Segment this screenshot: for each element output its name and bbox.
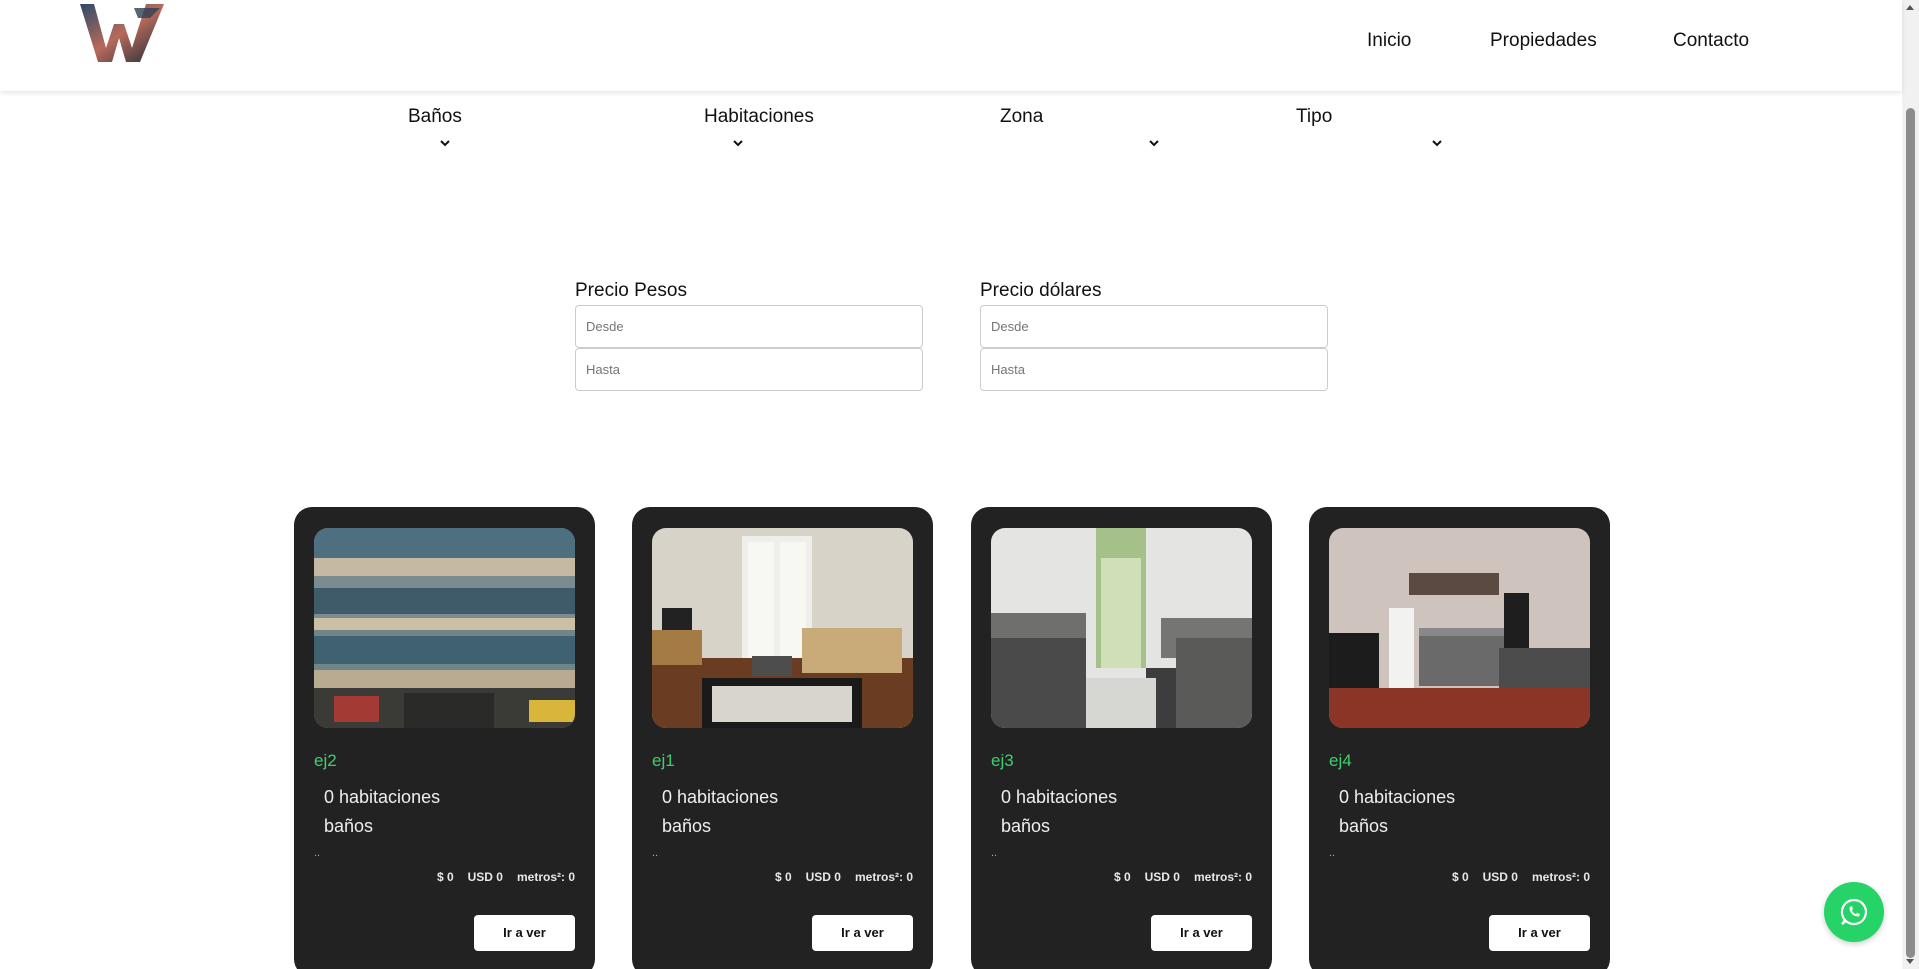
price-dollars-from-input[interactable] bbox=[980, 305, 1328, 348]
chevron-down-icon[interactable] bbox=[1430, 138, 1444, 148]
card-description: .. bbox=[1329, 847, 1336, 859]
price-pesos: $ 0 bbox=[436, 870, 454, 884]
chevron-down-icon[interactable] bbox=[438, 138, 452, 148]
price-pesos-from-input[interactable] bbox=[575, 305, 923, 348]
view-property-button[interactable]: Ir a ver bbox=[1489, 915, 1590, 951]
card-baths: baños bbox=[662, 816, 712, 836]
filter-zona[interactable]: Zona bbox=[1000, 106, 1159, 147]
chevron-down-icon[interactable] bbox=[731, 138, 745, 148]
nav-contacto[interactable]: Contacto bbox=[1673, 30, 1749, 52]
view-property-button[interactable]: Ir a ver bbox=[1151, 915, 1252, 951]
card-baths: baños bbox=[1001, 816, 1051, 836]
card-title[interactable]: ej1 bbox=[652, 751, 675, 771]
card-stats: $ 0 USD 0 metros²: 0 bbox=[1452, 870, 1590, 884]
logo-icon[interactable] bbox=[80, 4, 164, 64]
card-title[interactable]: ej4 bbox=[1329, 751, 1352, 771]
square-meters: metros²: 0 bbox=[1193, 870, 1252, 884]
price-pesos: $ 0 bbox=[1113, 870, 1131, 884]
site-header: Inicio Propiedades Contacto bbox=[0, 0, 1902, 91]
scroll-up-icon[interactable] bbox=[1906, 5, 1914, 10]
nav-propiedades[interactable]: Propiedades bbox=[1490, 30, 1597, 52]
price-dollars-to-input[interactable] bbox=[980, 348, 1328, 391]
kitchen-photo bbox=[1329, 528, 1590, 728]
view-property-button[interactable]: Ir a ver bbox=[812, 915, 913, 951]
property-card: ej3 0 habitaciones baños .. $ 0 USD 0 me… bbox=[971, 507, 1272, 969]
card-title[interactable]: ej2 bbox=[314, 751, 337, 771]
building-facade-photo bbox=[314, 528, 575, 728]
price-dollars-label: Precio dólares bbox=[980, 280, 1102, 301]
card-rooms: 0 habitaciones bbox=[1339, 787, 1456, 807]
square-meters: metros²: 0 bbox=[516, 870, 575, 884]
page-scrollbar[interactable] bbox=[1902, 0, 1919, 969]
card-stats: $ 0 USD 0 metros²: 0 bbox=[775, 870, 913, 884]
price-pesos-label: Precio Pesos bbox=[575, 280, 687, 301]
filter-tipo[interactable]: Tipo bbox=[1296, 106, 1442, 147]
card-baths: baños bbox=[324, 816, 374, 836]
price-usd: USD 0 bbox=[805, 870, 841, 884]
square-meters: metros²: 0 bbox=[1531, 870, 1590, 884]
living-room-photo bbox=[652, 528, 913, 728]
kitchen-photo bbox=[991, 528, 1252, 728]
price-pesos: $ 0 bbox=[1451, 870, 1469, 884]
scroll-down-icon[interactable] bbox=[1906, 959, 1914, 964]
filter-tipo-label: Tipo bbox=[1296, 106, 1333, 127]
property-card: ej4 0 habitaciones baños .. $ 0 USD 0 me… bbox=[1309, 507, 1610, 969]
card-title[interactable]: ej3 bbox=[991, 751, 1014, 771]
card-rooms: 0 habitaciones bbox=[324, 787, 441, 807]
card-description: .. bbox=[652, 847, 659, 859]
filter-banos-label: Baños bbox=[408, 106, 462, 127]
card-description: .. bbox=[314, 847, 321, 859]
card-rooms: 0 habitaciones bbox=[1001, 787, 1118, 807]
square-meters: metros²: 0 bbox=[854, 870, 913, 884]
card-description: .. bbox=[991, 847, 998, 859]
price-pesos: $ 0 bbox=[774, 870, 792, 884]
filter-habitaciones[interactable]: Habitaciones bbox=[704, 106, 814, 147]
view-property-button[interactable]: Ir a ver bbox=[474, 915, 575, 951]
filter-habitaciones-label: Habitaciones bbox=[704, 106, 814, 127]
whatsapp-icon bbox=[1840, 898, 1868, 926]
card-stats: $ 0 USD 0 metros²: 0 bbox=[1114, 870, 1252, 884]
price-usd: USD 0 bbox=[1482, 870, 1518, 884]
price-usd: USD 0 bbox=[467, 870, 503, 884]
card-stats: $ 0 USD 0 metros²: 0 bbox=[437, 870, 575, 884]
price-pesos-to-input[interactable] bbox=[575, 348, 923, 391]
filter-zona-label: Zona bbox=[1000, 106, 1044, 127]
price-usd: USD 0 bbox=[1144, 870, 1180, 884]
property-card: ej2 0 habitaciones baños .. $ 0 USD 0 me… bbox=[294, 507, 595, 969]
card-rooms: 0 habitaciones bbox=[662, 787, 779, 807]
property-card: ej1 0 habitaciones baños .. $ 0 USD 0 me… bbox=[632, 507, 933, 969]
card-baths: baños bbox=[1339, 816, 1389, 836]
whatsapp-button[interactable] bbox=[1824, 882, 1884, 942]
scrollbar-thumb[interactable] bbox=[1906, 108, 1915, 958]
chevron-down-icon[interactable] bbox=[1147, 138, 1161, 148]
filter-banos[interactable]: Baños bbox=[408, 106, 462, 147]
nav-inicio[interactable]: Inicio bbox=[1367, 30, 1411, 52]
